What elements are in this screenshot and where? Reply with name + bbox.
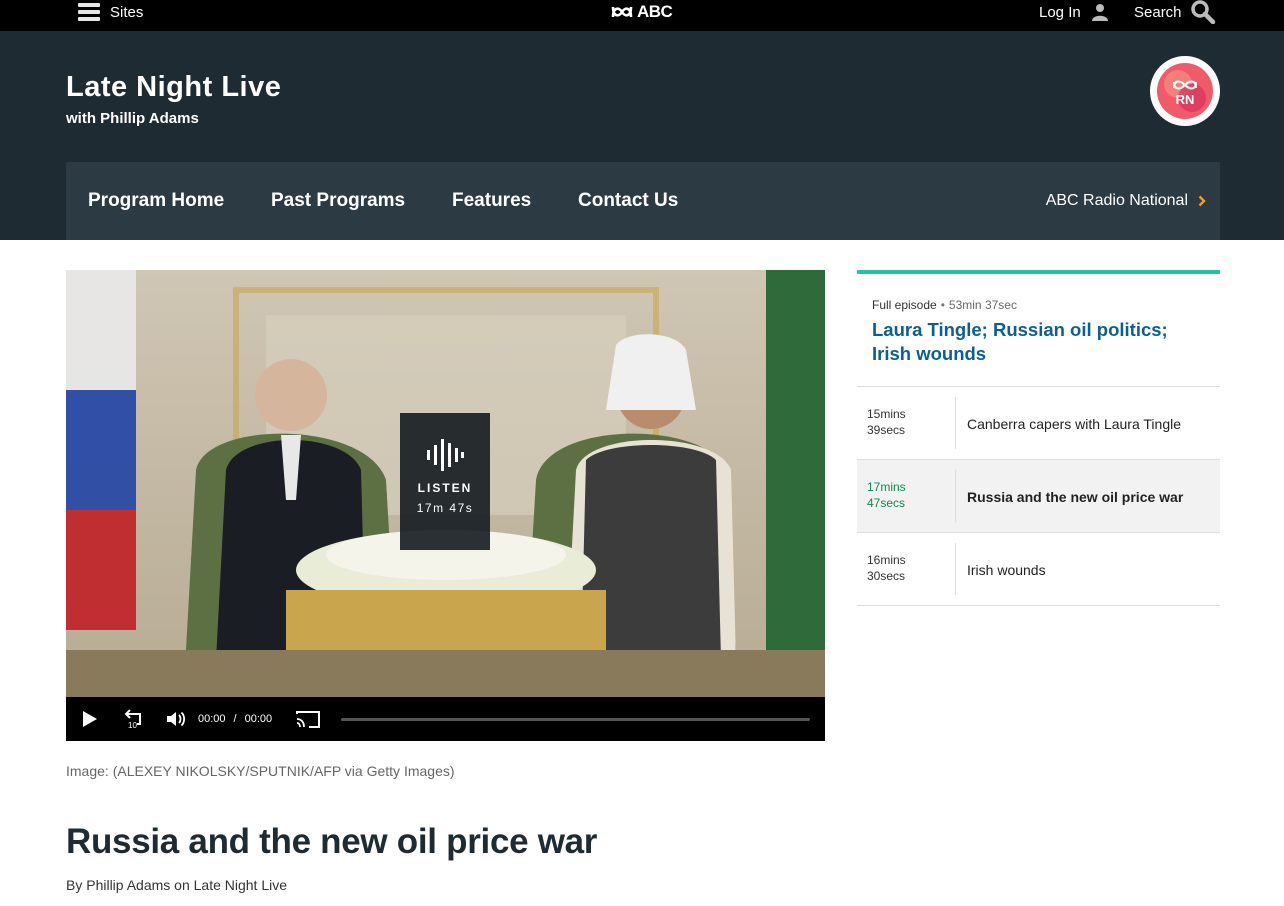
global-header: Sites ABC Log In Search	[0, 0, 1284, 31]
image-caption: Image: (ALEXEY NIKOLSKY/SPUTNIK/AFP via …	[66, 763, 455, 779]
listen-label: LISTEN	[417, 481, 473, 495]
program-nav: Program Home Past Programs Features Cont…	[66, 162, 1220, 240]
segment-mins: 15mins	[867, 407, 906, 421]
segment-duration: 15mins 39secs	[867, 406, 906, 438]
sites-menu-button[interactable]: Sites	[78, 0, 143, 24]
segment-secs: 30secs	[867, 569, 906, 583]
episode-title-link[interactable]: Laura Tingle; Russian oil politics; Iris…	[857, 318, 1220, 366]
segment-secs: 47secs	[867, 496, 906, 510]
svg-text:10: 10	[128, 721, 137, 729]
nav-past-programs[interactable]: Past Programs	[271, 162, 405, 240]
login-label: Log In	[1039, 3, 1081, 21]
segment-list: 15mins 39secs Canberra capers with Laura…	[857, 386, 1220, 606]
search-label: Search	[1134, 3, 1182, 21]
episode-sidebar: Full episode • 53min 37sec Laura Tingle; R…	[857, 270, 1220, 606]
play-button[interactable]	[82, 697, 98, 741]
segment-divider	[955, 470, 956, 522]
player-controls: 10 00:00 / 00:00	[66, 697, 825, 741]
play-icon	[83, 711, 97, 727]
search-icon	[1190, 0, 1215, 24]
volume-button[interactable]	[166, 697, 186, 741]
program-title[interactable]: Late Night Live	[66, 71, 281, 104]
media-player: LISTEN 17m 47s 10 00:00 / 00:00	[66, 270, 825, 741]
total-time: 00:00	[244, 713, 273, 725]
segment-item[interactable]: 15mins 39secs Canberra capers with Laura…	[857, 387, 1220, 460]
nav-features[interactable]: Features	[452, 162, 531, 240]
sidebar-accent-line	[857, 270, 1220, 274]
segment-item-active[interactable]: 17mins 47secs Russia and the new oil pri…	[857, 460, 1220, 533]
segment-item[interactable]: 16mins 30secs Irish wounds	[857, 533, 1220, 606]
segment-mins: 17mins	[867, 480, 906, 494]
listen-button[interactable]: LISTEN 17m 47s	[400, 413, 490, 550]
segment-duration: 16mins 30secs	[867, 552, 906, 584]
volume-icon	[167, 711, 186, 727]
segment-title: Canberra capers with Laura Tingle	[967, 415, 1182, 432]
episode-length: 53min 37sec	[948, 298, 1017, 312]
time-separator: /	[233, 713, 237, 725]
search-button[interactable]: Search	[1134, 0, 1216, 24]
chevron-right-icon	[1198, 195, 1206, 207]
rewind-10-icon: 10	[124, 709, 141, 729]
program-header: Late Night Live with Phillip Adams RN Pr…	[0, 31, 1284, 240]
rn-logo-icon: RN	[1157, 63, 1213, 119]
episode-kind: Full episode	[872, 298, 937, 312]
segment-duration: 17mins 47secs	[867, 479, 906, 511]
segment-mins: 16mins	[867, 553, 906, 567]
hamburger-icon	[78, 3, 100, 21]
network-link[interactable]: ABC Radio National	[1046, 162, 1206, 240]
segment-secs: 39secs	[867, 423, 906, 437]
episode-meta: Full episode • 53min 37sec	[857, 298, 1220, 312]
listen-duration: 17m 47s	[416, 501, 474, 515]
nav-contact-us[interactable]: Contact Us	[578, 162, 678, 240]
nav-program-home[interactable]: Program Home	[88, 162, 224, 240]
abc-logo[interactable]: ABC	[611, 2, 673, 22]
svg-text:RN: RN	[1176, 92, 1195, 107]
abc-lissajous-icon	[611, 6, 633, 18]
abc-logo-text: ABC	[637, 2, 673, 21]
byline[interactable]: By Phillip Adams on Late Night Live	[66, 877, 287, 893]
segment-divider	[955, 543, 956, 595]
login-button[interactable]: Log In	[1039, 0, 1109, 24]
meta-separator: •	[940, 298, 945, 312]
time-display: 00:00 / 00:00	[198, 697, 272, 741]
program-subtitle: with Phillip Adams	[66, 110, 199, 127]
segment-title: Irish wounds	[967, 561, 1046, 578]
cast-button[interactable]	[296, 697, 320, 741]
cast-icon	[296, 711, 320, 728]
rewind-10-button[interactable]: 10	[122, 697, 144, 741]
segment-divider	[955, 397, 956, 449]
current-time: 00:00	[198, 713, 226, 725]
seek-bar[interactable]	[341, 718, 810, 721]
user-icon	[1091, 4, 1108, 21]
sites-label: Sites	[110, 3, 144, 21]
audio-wave-icon	[427, 439, 464, 471]
radio-national-logo[interactable]: RN	[1150, 56, 1220, 126]
article-headline: Russia and the new oil price war	[66, 822, 598, 861]
network-label: ABC Radio National	[1045, 192, 1188, 209]
segment-title: Russia and the new oil price war	[967, 488, 1184, 505]
